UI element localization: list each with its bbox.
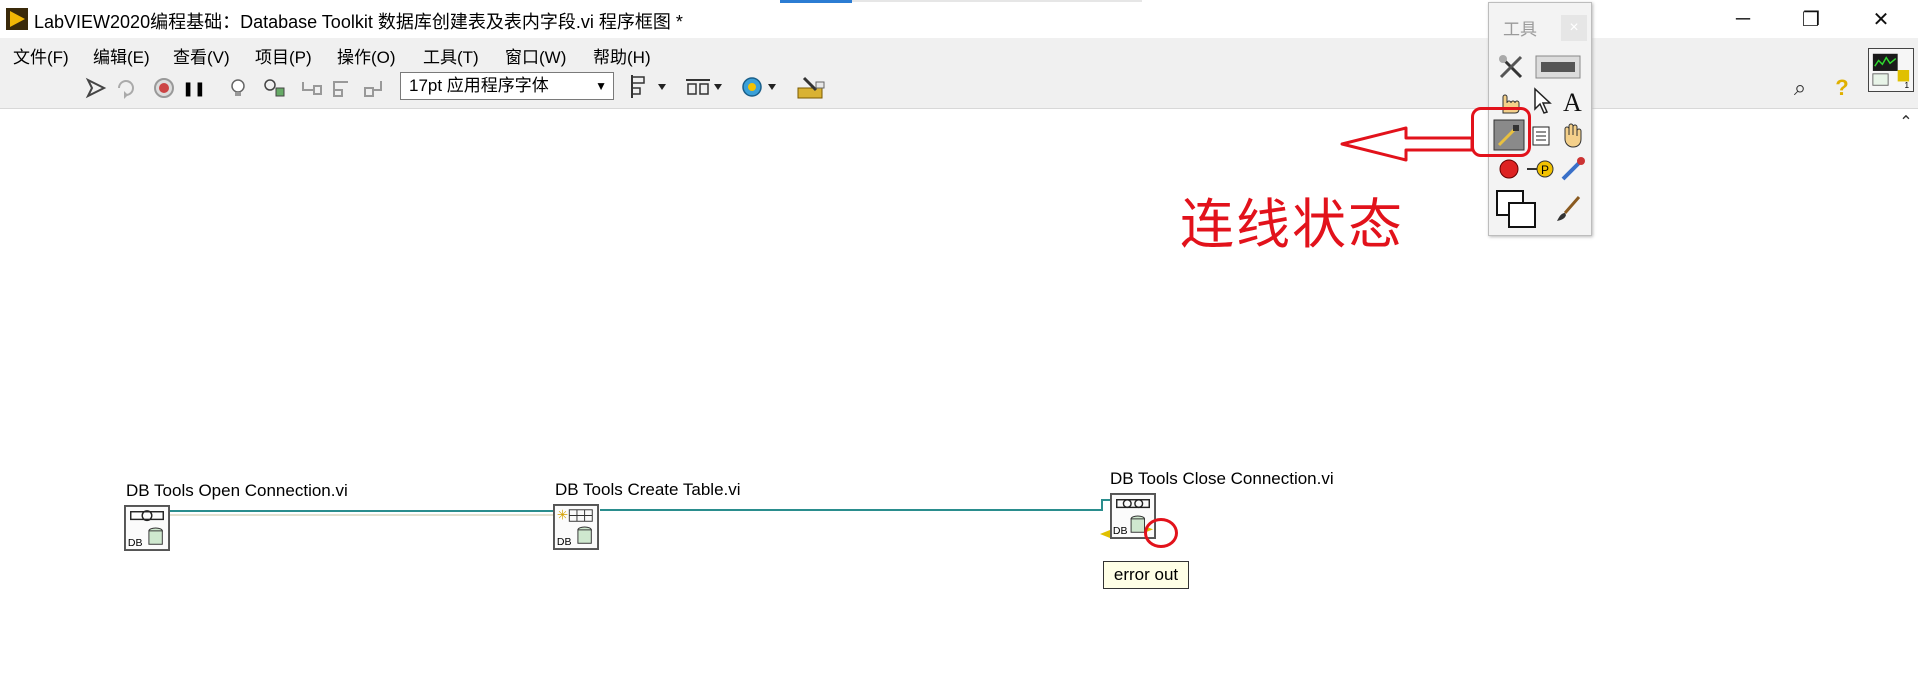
step-out-icon[interactable] [362,76,386,100]
node-2-tag: DB [557,536,572,548]
abort-icon[interactable] [152,76,176,100]
menu-view[interactable]: 查看(V) [170,41,233,70]
run-arrow-icon[interactable] [84,76,108,100]
svg-text:1: 1 [1904,80,1909,90]
svg-text:P: P [1541,163,1549,177]
palette-title: 工具 [1503,20,1537,39]
highlight-execution-icon[interactable] [226,76,250,100]
automatic-tool-selection-icon[interactable] [1495,51,1527,83]
edit-text-icon[interactable]: A [1557,85,1589,117]
probe-icon[interactable]: P [1525,153,1557,185]
wiring-state-annotation: 连线状态 [1180,193,1404,256]
menu-operate[interactable]: 操作(O) [334,41,399,70]
font-select-value: 17pt 应用程序字体 [409,76,549,95]
minimize-button[interactable]: ─ [1714,0,1772,38]
help-icon[interactable]: ? [1830,75,1854,100]
error-out-highlight-circle [1144,518,1178,548]
cleanup-icon[interactable] [796,74,828,102]
font-select[interactable]: 17pt 应用程序字体 ▼ [400,72,614,100]
db-create-table-node-icon[interactable]: ✳ DB [553,504,599,550]
wiring-tool-highlight-box [1471,107,1531,157]
menu-help[interactable]: 帮助(H) [590,41,654,70]
window-title: LabVIEW2020编程基础：Database Toolkit 数据库创建表及… [34,12,683,32]
chevron-down-icon: ▼ [595,79,607,93]
set-color-icon[interactable] [1493,187,1545,231]
retain-wire-values-icon[interactable] [262,76,286,100]
close-button[interactable]: ✕ [1852,0,1910,38]
step-over-icon[interactable] [330,76,354,100]
run-continuously-icon[interactable] [114,76,138,100]
svg-text:✳: ✳ [557,508,568,523]
scroll-up-button[interactable]: ⌃ [1896,112,1916,132]
get-color-icon[interactable] [1557,153,1589,185]
node-3-tag: DB [1113,525,1128,537]
step-into-icon[interactable] [300,76,324,100]
toolbar: ❚❚ 17pt 应用程序字体 ▼ ⌕ ? [0,68,1918,109]
title-accent-line [780,0,852,3]
menu-file[interactable]: 文件(F) [10,41,72,70]
title-accent-line-secondary [852,0,1142,2]
menu-edit[interactable]: 编辑(E) [90,41,153,70]
scroll-window-icon[interactable] [1557,119,1589,151]
menu-window[interactable]: 窗口(W) [502,41,569,70]
menu-project[interactable]: 项目(P) [252,41,315,70]
node-open-connection-label: DB Tools Open Connection.vi [126,481,348,500]
node-1-tag: DB [128,537,143,549]
brush-icon[interactable] [1553,193,1585,225]
svg-text:A: A [1563,88,1582,117]
reorder-icon[interactable] [740,74,780,100]
palette-close-icon[interactable]: × [1561,15,1587,41]
title-bar: LabVIEW2020编程基础：Database Toolkit 数据库创建表及… [0,0,1918,38]
error-out-tooltip: error out [1103,561,1189,589]
labview-app-icon [6,8,28,30]
breakpoint-icon[interactable] [1493,153,1525,185]
block-diagram-canvas[interactable] [0,109,1892,680]
distribute-icon[interactable] [684,74,726,100]
error-in-terminal-icon [1100,530,1110,538]
node-create-table-label: DB Tools Create Table.vi [555,480,741,499]
menu-bar: 文件(F) 编辑(E) 查看(V) 项目(P) 操作(O) 工具(T) 窗口(W… [0,38,1918,68]
search-icon[interactable]: ⌕ [1788,75,1812,100]
menu-tools[interactable]: 工具(T) [420,41,482,70]
pause-icon[interactable]: ❚❚ [182,76,206,100]
vi-connector-pane-icon[interactable]: 1 [1868,48,1914,92]
annotation-arrow-icon [1340,126,1474,162]
auto-tool-indicator-icon[interactable] [1535,55,1581,79]
db-open-connection-node-icon[interactable]: DB [124,505,170,551]
node-close-connection-label: DB Tools Close Connection.vi [1110,469,1334,488]
restore-button[interactable]: ❐ [1782,0,1840,38]
align-icon[interactable] [630,74,670,100]
